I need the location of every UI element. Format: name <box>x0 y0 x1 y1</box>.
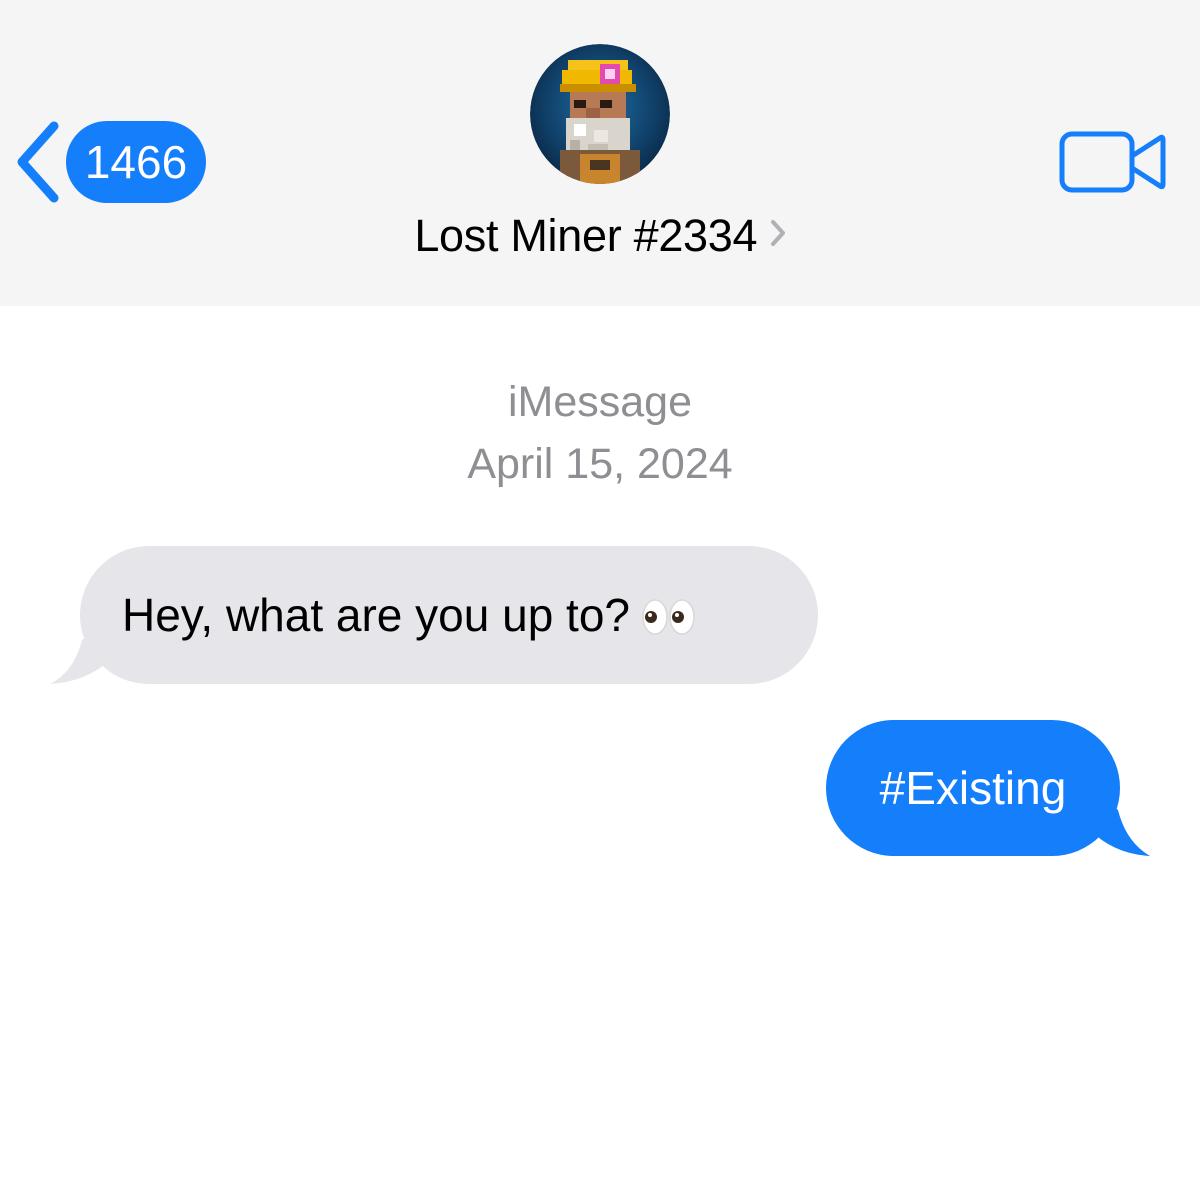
chevron-left-icon <box>17 121 59 203</box>
contact-name-button[interactable]: Lost Miner #2334 <box>0 210 1200 262</box>
contact-name: Lost Miner #2334 <box>414 210 758 261</box>
pixel-miner-avatar-icon <box>530 44 670 184</box>
contact-avatar[interactable] <box>530 44 670 184</box>
conversation-header: 1466 Lost Miner #2334 <box>0 0 1200 306</box>
received-message-bubble[interactable]: Hey, what are you up to? <box>80 546 818 684</box>
eyes-emoji-icon <box>642 599 695 635</box>
unread-count-badge: 1466 <box>66 121 206 203</box>
back-button[interactable]: 1466 <box>12 120 206 204</box>
sent-message-bubble[interactable]: #Existing <box>826 720 1120 856</box>
video-camera-icon[interactable] <box>1058 128 1168 196</box>
service-label: iMessage <box>507 378 693 426</box>
messages-screen: 1466 Lost Miner #2334 iMessage April 15,… <box>0 0 1200 1200</box>
message-text: Hey, what are you up to? <box>122 589 630 641</box>
date-label: April 15, 2024 <box>467 440 733 488</box>
chevron-right-icon <box>770 220 785 246</box>
message-text: #Existing <box>879 762 1067 814</box>
